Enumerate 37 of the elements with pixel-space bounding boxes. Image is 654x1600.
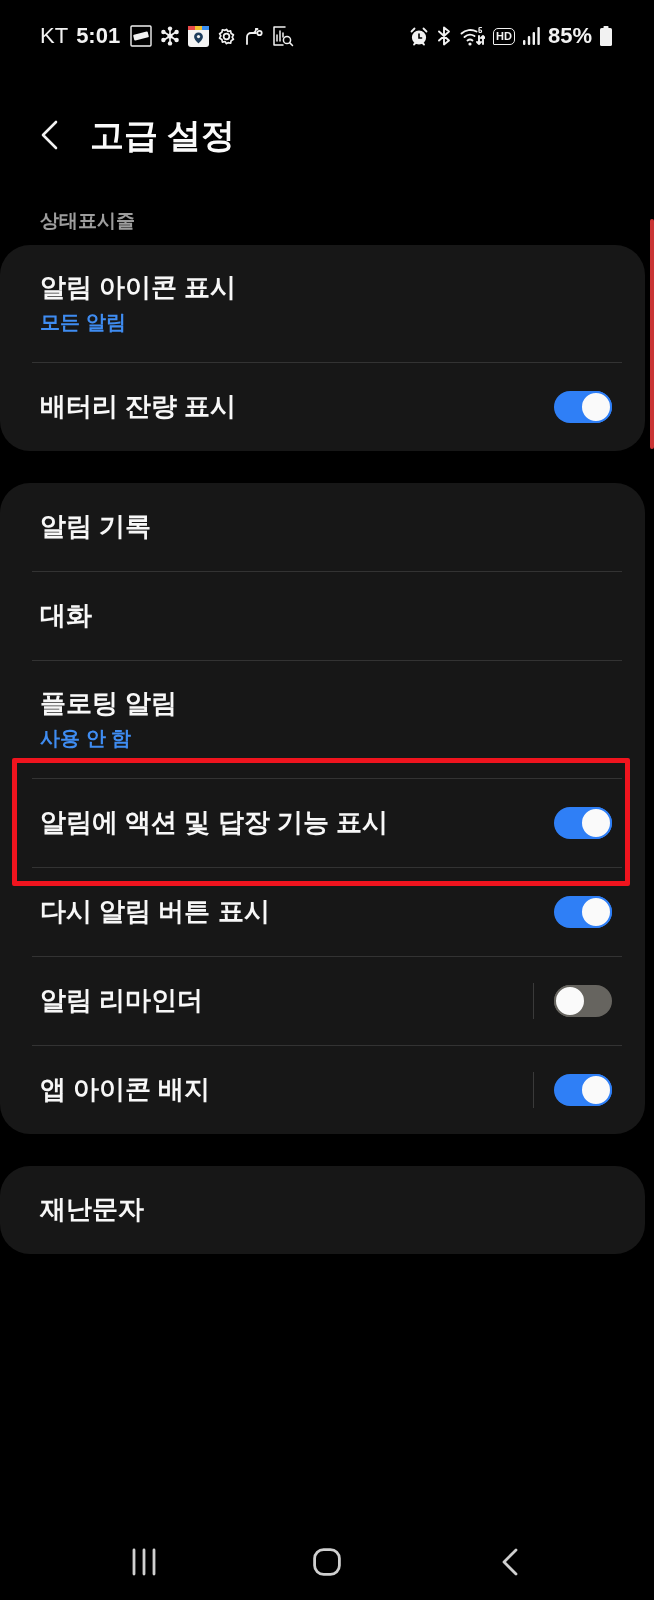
nodes-icon — [160, 26, 181, 46]
setting-title[interactable]: 플로팅 알림 — [40, 688, 612, 720]
signal-icon — [522, 27, 540, 45]
route-icon — [244, 26, 265, 46]
setting-title[interactable]: 앱 아이콘 배지 — [40, 1074, 533, 1106]
map-app-icon — [188, 25, 210, 47]
setting-title[interactable]: 재난문자 — [40, 1194, 612, 1226]
carrier-name: KT — [40, 25, 69, 47]
gear-icon — [217, 26, 237, 46]
toggle-switch[interactable] — [554, 391, 612, 423]
battery-percent: 85% — [547, 25, 592, 47]
setting-value: 모든 알림 — [40, 309, 127, 335]
chart-search-icon — [272, 25, 295, 47]
clock-time: 5:01 — [76, 25, 121, 47]
alarm-icon — [410, 26, 429, 46]
setting-title[interactable]: 알림 리마인더 — [40, 985, 533, 1017]
home-icon[interactable] — [312, 1548, 341, 1576]
toggle-switch[interactable] — [554, 985, 612, 1017]
back-icon[interactable] — [501, 1548, 518, 1576]
hd-indicator: HD — [493, 27, 515, 45]
setting-value: 사용 안 함 — [40, 725, 133, 751]
toggle-switch[interactable] — [554, 896, 612, 928]
setting-title[interactable]: 알림에 액션 및 답장 기능 표시 — [40, 807, 554, 839]
setting-title[interactable]: 대화 — [40, 600, 612, 632]
tag-tile-icon — [130, 25, 153, 47]
page-title: 고급 설정 — [90, 114, 236, 156]
setting-title[interactable]: 알림 기록 — [40, 511, 612, 543]
bluetooth-icon — [436, 26, 453, 46]
setting-title[interactable]: 알림 아이콘 표시 — [40, 272, 612, 304]
section-header: 상태표시줄 — [39, 209, 136, 232]
setting-title[interactable]: 배터리 잔량 표시 — [40, 391, 554, 423]
setting-title[interactable]: 다시 알림 버튼 표시 — [40, 896, 554, 928]
battery-icon — [600, 26, 612, 46]
toggle-switch[interactable] — [554, 1074, 612, 1106]
wifi-icon — [460, 26, 486, 46]
toggle-switch[interactable] — [554, 807, 612, 839]
recents-icon[interactable] — [130, 1548, 157, 1576]
